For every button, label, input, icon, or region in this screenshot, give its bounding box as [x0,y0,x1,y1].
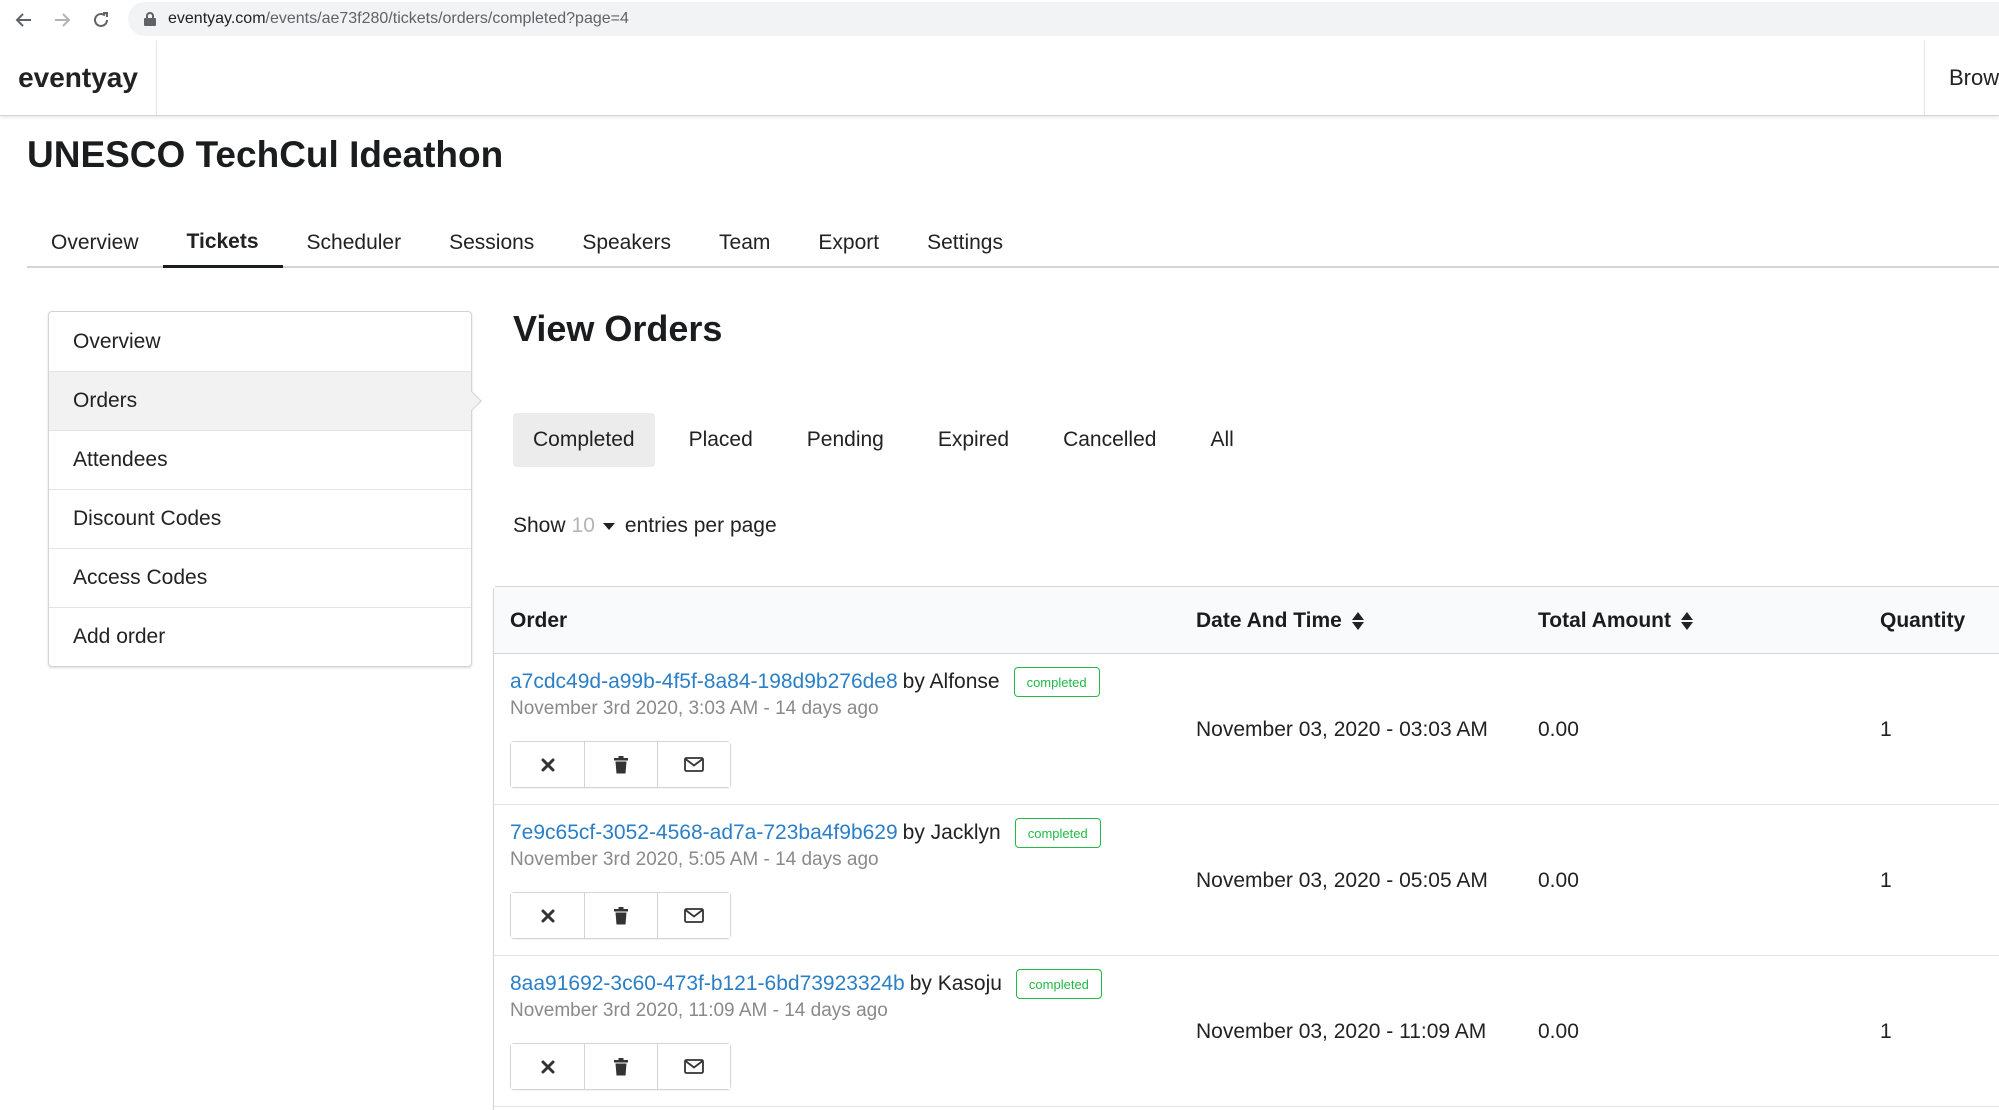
lock-icon [144,12,156,26]
browser-toolbar: eventyay.com/events/ae73f280/tickets/ord… [0,0,1999,40]
status-badge: completed [1014,818,1101,848]
tab-team[interactable]: Team [695,218,794,268]
event-nav-tabs: Overview Tickets Scheduler Sessions Spea… [27,218,1999,268]
order-line: 8aa91692-3c60-473f-b121-6bd73923324b by … [510,969,1102,999]
order-actions [510,1043,731,1090]
sidebar-item-orders[interactable]: Orders [49,371,471,430]
column-header-amount[interactable]: Total Amount [1538,587,1693,654]
order-id-link[interactable]: 8aa91692-3c60-473f-b121-6bd73923324b [510,972,905,996]
delete-order-button[interactable] [584,893,657,938]
app-header: eventyay Brow [0,41,1999,116]
tab-speakers[interactable]: Speakers [558,218,695,268]
reload-icon[interactable] [82,0,120,40]
delete-order-button[interactable] [584,742,657,787]
order-line: 7e9c65cf-3052-4568-ad7a-723ba4f9b629 by … [510,818,1101,848]
tab-tickets[interactable]: Tickets [162,218,283,268]
entries-per-page: Show 10 entries per page [513,514,777,538]
arrow-right-icon[interactable] [43,0,81,40]
status-badge: completed [1013,667,1100,697]
url-path: /events/ae73f280/tickets/orders/complete… [265,10,629,27]
trash-icon [614,1057,628,1075]
sort-icon[interactable] [1680,611,1693,631]
tickets-sidebar-menu: Overview Orders Attendees Discount Codes… [48,311,472,667]
tab-cancelled[interactable]: Cancelled [1043,413,1176,467]
order-buyer: by Alfonse [902,670,1000,693]
cancel-icon [541,1060,554,1073]
tab-pending[interactable]: Pending [787,413,904,467]
page-title: View Orders [513,308,723,349]
order-line: a7cdc49d-a99b-4f5f-8a84-198d9b276de8 by … [510,667,1100,697]
delete-order-button[interactable] [584,1044,657,1089]
column-header-order: Order [510,608,568,632]
cancel-order-button[interactable] [511,893,584,938]
table-header: Order Date And Time Total Amount Quantit… [494,587,1999,654]
order-status-tabs: Completed Placed Pending Expired Cancell… [513,413,1268,467]
table-row: 8aa91692-3c60-473f-b121-6bd73923324b by … [494,956,1999,1107]
email-order-button[interactable] [657,893,730,938]
order-quantity: 1 [1880,868,1892,892]
email-order-button[interactable] [657,742,730,787]
tab-settings[interactable]: Settings [903,218,1027,268]
status-badge: completed [1015,969,1102,999]
trash-icon [614,906,628,924]
order-amount: 0.00 [1538,868,1579,892]
table-row: a7cdc49d-a99b-4f5f-8a84-198d9b276de8 by … [494,654,1999,805]
sidebar-item-attendees[interactable]: Attendees [49,430,471,489]
order-timestamp: November 3rd 2020, 5:05 AM - 14 days ago [510,849,879,870]
email-order-button[interactable] [657,1044,730,1089]
show-label: Show [513,514,566,537]
url-host: eventyay.com [168,10,266,27]
order-actions [510,741,731,788]
order-quantity: 1 [1880,717,1892,741]
order-quantity: 1 [1880,1019,1892,1043]
tab-completed[interactable]: Completed [513,413,655,467]
address-bar[interactable]: eventyay.com/events/ae73f280/tickets/ord… [128,2,1999,36]
tab-export[interactable]: Export [794,218,903,268]
sidebar-item-add-order[interactable]: Add order [49,607,471,666]
tab-all[interactable]: All [1190,413,1253,467]
arrow-left-icon[interactable] [5,0,43,40]
order-date: November 03, 2020 - 05:05 AM [1196,868,1488,892]
orders-table: Order Date And Time Total Amount Quantit… [493,586,1999,1110]
order-id-link[interactable]: 7e9c65cf-3052-4568-ad7a-723ba4f9b629 [510,821,898,845]
cancel-order-button[interactable] [511,742,584,787]
mail-icon [684,1059,704,1074]
mail-icon [684,757,704,772]
order-buyer: by Kasoju [909,972,1002,995]
order-amount: 0.00 [1538,1019,1579,1043]
event-title: UNESCO TechCul Ideathon [27,134,504,175]
order-date: November 03, 2020 - 11:09 AM [1196,1019,1487,1043]
column-header-date[interactable]: Date And Time [1196,587,1364,654]
tab-placed[interactable]: Placed [669,413,773,467]
order-timestamp: November 3rd 2020, 3:03 AM - 14 days ago [510,698,879,719]
per-page-select[interactable]: 10 [572,514,595,538]
column-header-quantity: Quantity [1880,608,1966,632]
tab-sessions[interactable]: Sessions [425,218,558,268]
sidebar-item-overview[interactable]: Overview [49,312,471,371]
cancel-icon [541,758,554,771]
brand-logo[interactable]: eventyay [0,41,157,115]
tab-expired[interactable]: Expired [918,413,1029,467]
cancel-icon [541,909,554,922]
order-timestamp: November 3rd 2020, 11:09 AM - 14 days ag… [510,1000,888,1021]
sort-icon[interactable] [1351,611,1364,631]
sidebar-item-access-codes[interactable]: Access Codes [49,548,471,607]
sidebar-item-discount-codes[interactable]: Discount Codes [49,489,471,548]
browse-events-link[interactable]: Brow [1924,41,1999,115]
entries-label: entries per page [624,514,777,537]
order-actions [510,892,731,939]
tab-overview[interactable]: Overview [27,218,163,268]
cancel-order-button[interactable] [511,1044,584,1089]
order-buyer: by Jacklyn [902,821,1001,844]
order-date: November 03, 2020 - 03:03 AM [1196,717,1488,741]
table-row: 7e9c65cf-3052-4568-ad7a-723ba4f9b629 by … [494,805,1999,956]
trash-icon [614,755,628,773]
caret-down-icon[interactable] [602,522,615,530]
mail-icon [684,908,704,923]
order-id-link[interactable]: a7cdc49d-a99b-4f5f-8a84-198d9b276de8 [510,670,898,694]
tab-scheduler[interactable]: Scheduler [283,218,426,268]
order-amount: 0.00 [1538,717,1579,741]
